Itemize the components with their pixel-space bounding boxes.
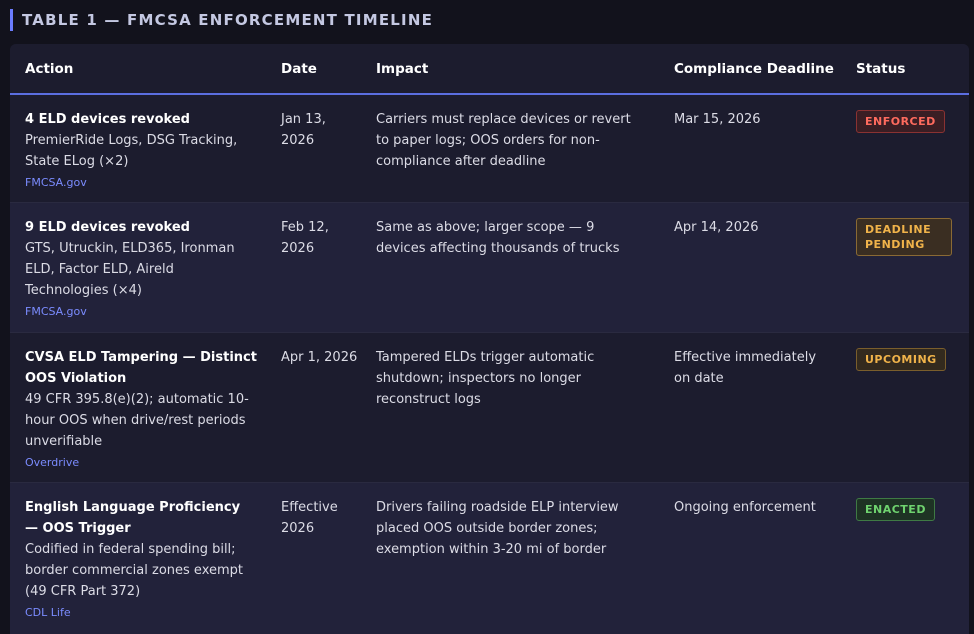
column-header-status: Status [856,61,906,77]
status-cell: UPCOMING [856,348,946,371]
column-header-impact: Impact [376,61,429,77]
impact-cell: Tampered ELDs trigger automatic shutdown… [376,350,595,407]
action-detail: Codified in federal spending bill; borde… [25,542,243,599]
table-title-bar: TABLE 1 — FMCSA ENFORCEMENT TIMELINE [10,9,433,31]
action-cell: 4 ELD devices revoked PremierRide Logs, … [25,109,257,191]
table-row: 9 ELD devices revoked GTS, Utruckin, ELD… [10,203,969,333]
action-detail: GTS, Utruckin, ELD365, Ironman ELD, Fact… [25,241,235,298]
impact-cell: Same as above; larger scope — 9 devices … [376,220,620,256]
source-link[interactable]: Overdrive [25,455,257,471]
date-cell: Jan 13, 2026 [281,112,326,148]
column-header-compliance-deadline: Compliance Deadline [674,61,834,77]
status-badge: UPCOMING [856,348,946,371]
enforcement-table: Action Date Impact Compliance Deadline S… [10,44,969,634]
action-detail: 49 CFR 395.8(e)(2); automatic 10-hour OO… [25,392,249,449]
column-header-action: Action [25,61,74,77]
status-cell: DEADLINE PENDING [856,218,952,256]
impact-cell: Drivers failing roadside ELP interview p… [376,500,619,557]
deadline-cell: Ongoing enforcement [674,500,816,515]
date-cell: Feb 12, 2026 [281,220,329,256]
source-link[interactable]: FMCSA.gov [25,175,257,191]
action-detail: PremierRide Logs, DSG Tracking, State EL… [25,133,238,169]
action-title: 9 ELD devices revoked [25,220,190,235]
status-cell: ENACTED [856,498,935,521]
status-badge: ENACTED [856,498,935,521]
source-link[interactable]: FMCSA.gov [25,304,257,320]
status-cell: ENFORCED [856,110,945,133]
action-cell: 9 ELD devices revoked GTS, Utruckin, ELD… [25,217,257,320]
status-badge: DEADLINE PENDING [856,218,952,256]
date-cell: Apr 1, 2026 [281,350,358,365]
table-header: Action Date Impact Compliance Deadline S… [10,44,969,95]
status-badge: ENFORCED [856,110,945,133]
action-title: CVSA ELD Tampering — Distinct OOS Violat… [25,350,257,386]
table-row: CVSA ELD Tampering — Distinct OOS Violat… [10,333,969,483]
table-row: English Language Proficiency — OOS Trigg… [10,483,969,634]
table-title: TABLE 1 — FMCSA ENFORCEMENT TIMELINE [22,11,434,29]
date-cell: Effective 2026 [281,500,338,536]
column-header-date: Date [281,61,317,77]
deadline-cell: Effective immediately on date [674,350,817,386]
impact-cell: Carriers must replace devices or revert … [376,112,631,169]
deadline-cell: Mar 15, 2026 [674,112,761,127]
action-title: 4 ELD devices revoked [25,112,190,127]
source-link[interactable]: CDL Life [25,605,257,621]
action-cell: CVSA ELD Tampering — Distinct OOS Violat… [25,347,257,471]
deadline-cell: Apr 14, 2026 [674,220,759,235]
table-row: 4 ELD devices revoked PremierRide Logs, … [10,95,969,203]
action-cell: English Language Proficiency — OOS Trigg… [25,497,257,621]
action-title: English Language Proficiency — OOS Trigg… [25,500,241,536]
